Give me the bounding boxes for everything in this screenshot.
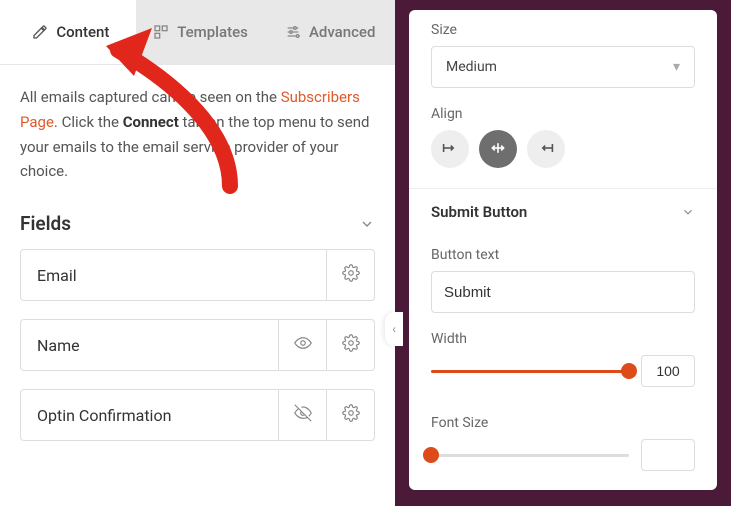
field-row-email: Email <box>20 249 375 301</box>
width-slider[interactable] <box>431 368 629 374</box>
chevron-down-icon <box>681 205 695 219</box>
align-center-button[interactable] <box>479 130 517 168</box>
field-label[interactable]: Name <box>21 320 278 370</box>
size-group: Size Medium ▾ <box>409 10 717 94</box>
align-right-button[interactable] <box>527 130 565 168</box>
align-right-icon <box>538 141 554 158</box>
intro-text: All emails captured can be seen on the S… <box>20 85 375 184</box>
right-inner: Size Medium ▾ Align <box>409 10 717 490</box>
templates-icon <box>153 24 169 40</box>
fields-section-header[interactable]: Fields <box>20 206 375 249</box>
sliders-icon <box>285 24 301 40</box>
field-row-optin: Optin Confirmation <box>20 389 375 441</box>
submit-button-section-header[interactable]: Submit Button <box>409 188 717 235</box>
tab-advanced[interactable]: Advanced <box>265 0 395 64</box>
align-buttons <box>431 130 695 168</box>
align-left-icon <box>442 141 458 158</box>
font-size-slider-row <box>431 439 695 471</box>
field-row-name: Name <box>20 319 375 371</box>
field-visibility-button[interactable] <box>278 320 326 370</box>
field-settings-button[interactable] <box>326 250 374 300</box>
field-settings-button[interactable] <box>326 320 374 370</box>
pencil-icon <box>32 24 48 40</box>
gear-icon <box>342 264 360 286</box>
button-text-label: Button text <box>431 247 695 263</box>
left-panel: Content Templates Advanced All emails ca… <box>0 0 395 506</box>
button-text-input[interactable] <box>431 271 695 313</box>
chevron-left-icon: ‹ <box>392 322 396 336</box>
tab-advanced-label: Advanced <box>309 23 375 41</box>
width-value-input[interactable] <box>641 355 695 387</box>
width-label: Width <box>431 331 695 347</box>
size-select[interactable]: Medium ▾ <box>431 46 695 88</box>
right-panel: ‹ Size Medium ▾ Align <box>395 0 731 506</box>
width-group: Width <box>409 319 717 403</box>
align-label: Align <box>431 106 695 122</box>
tab-content-label: Content <box>56 23 109 41</box>
intro-pre: All emails captured can be seen on the <box>20 88 281 106</box>
tab-content[interactable]: Content <box>6 0 136 64</box>
size-label: Size <box>431 22 695 38</box>
eye-icon <box>294 334 312 356</box>
submit-heading: Submit Button <box>431 203 527 221</box>
tab-templates-label: Templates <box>177 23 248 41</box>
font-size-label: Font Size <box>431 415 695 431</box>
chevron-down-icon <box>359 216 375 232</box>
align-center-icon <box>490 141 506 158</box>
font-size-slider[interactable] <box>431 452 629 458</box>
gear-icon <box>342 404 360 426</box>
eye-off-icon <box>294 404 312 426</box>
align-group: Align <box>409 94 717 188</box>
panel-collapse-toggle[interactable]: ‹ <box>385 312 403 346</box>
field-label[interactable]: Email <box>21 250 326 300</box>
field-label[interactable]: Optin Confirmation <box>21 390 278 440</box>
align-left-button[interactable] <box>431 130 469 168</box>
size-value: Medium <box>446 59 497 75</box>
connect-word: Connect <box>123 113 179 131</box>
gear-icon <box>342 334 360 356</box>
font-size-value-input[interactable] <box>641 439 695 471</box>
font-size-group: Font Size <box>409 403 717 487</box>
left-content: All emails captured can be seen on the S… <box>0 65 395 459</box>
field-visibility-button[interactable] <box>278 390 326 440</box>
button-text-group: Button text <box>409 235 717 319</box>
width-slider-row <box>431 355 695 387</box>
tab-templates[interactable]: Templates <box>136 0 266 64</box>
tabs-row: Content Templates Advanced <box>0 0 395 65</box>
caret-down-icon: ▾ <box>673 59 680 75</box>
field-settings-button[interactable] <box>326 390 374 440</box>
bg-color-group: Background Color <box>409 487 717 490</box>
fields-heading: Fields <box>20 212 71 235</box>
intro-mid: . Click the <box>54 113 123 131</box>
